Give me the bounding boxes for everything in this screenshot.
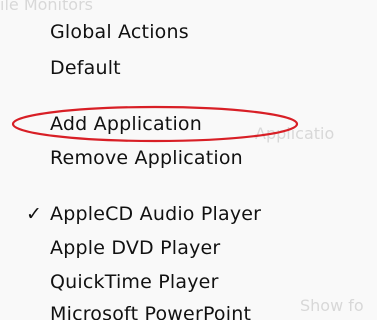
menu-item-remove-application[interactable]: Remove Application: [50, 146, 243, 170]
menu-item-default[interactable]: Default: [50, 56, 121, 80]
menu-item-applecd-audio-player[interactable]: AppleCD Audio Player: [50, 202, 261, 226]
checkmark-icon: ✓: [26, 203, 42, 225]
menu-item-microsoft-powerpoint[interactable]: Microsoft PowerPoint: [50, 302, 251, 320]
highlight-ellipse-annotation: [11, 105, 299, 143]
application-menu: ile Monitors Applicatio Show fo Global A…: [0, 0, 377, 320]
menu-item-quicktime-player[interactable]: QuickTime Player: [50, 270, 219, 294]
background-ghost-text: ile Monitors: [0, 0, 93, 14]
menu-item-apple-dvd-player[interactable]: Apple DVD Player: [50, 236, 220, 260]
menu-separator: [0, 93, 377, 94]
menu-separator: [0, 188, 377, 189]
background-ghost-text: Show fo: [300, 296, 364, 315]
menu-item-global-actions[interactable]: Global Actions: [50, 20, 189, 44]
